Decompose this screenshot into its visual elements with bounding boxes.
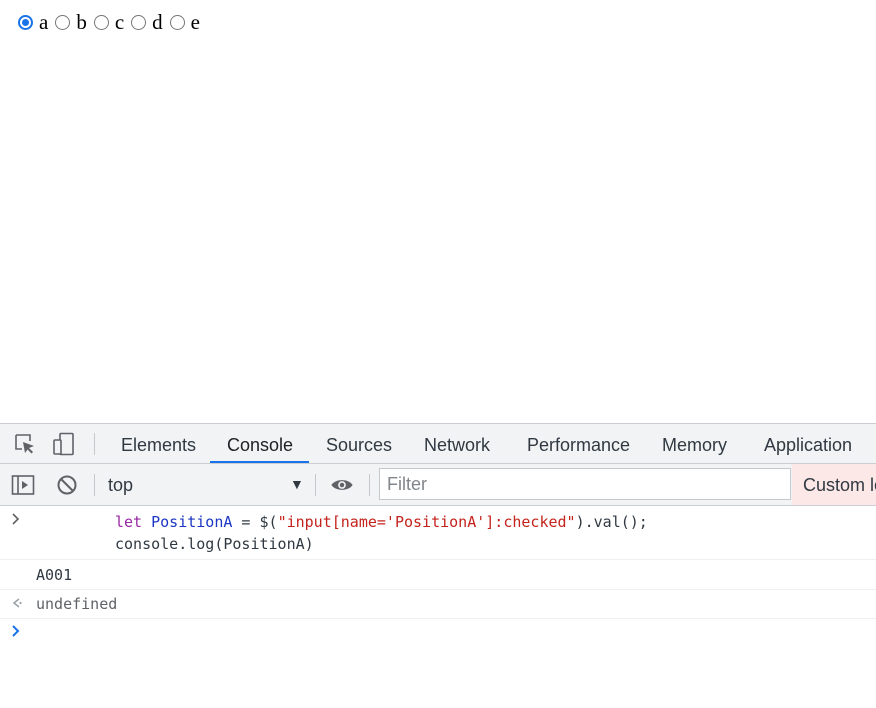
toolbar-separator: [315, 474, 316, 496]
console-log-entry: A001: [0, 560, 876, 590]
radio-label-b: b: [76, 10, 87, 34]
devtools-tab-bar: Elements Console Sources Network Perform…: [0, 423, 876, 464]
active-tab-indicator: [210, 461, 309, 463]
active-prompt-chevron-icon: [11, 625, 21, 641]
context-selector[interactable]: top: [108, 464, 304, 505]
console-log-message: A001: [36, 566, 73, 584]
radio-button-b[interactable]: [55, 14, 71, 30]
radio-option-b[interactable]: b: [55, 10, 87, 34]
return-arrow-icon: [11, 597, 23, 613]
tabbar-separator: [94, 433, 95, 455]
dropdown-arrow-icon[interactable]: ▼: [290, 464, 304, 505]
console-toolbar: top ▼ Custom le: [0, 464, 876, 506]
console-return-entry: undefined: [0, 590, 876, 619]
tab-network[interactable]: Network: [424, 424, 490, 464]
tab-sources[interactable]: Sources: [326, 424, 392, 464]
radio-option-e[interactable]: e: [169, 10, 200, 34]
show-sidebar-icon[interactable]: [11, 473, 35, 497]
filter-input[interactable]: [379, 468, 791, 500]
code-identifier: PositionA: [151, 513, 233, 531]
log-levels-dropdown[interactable]: Custom le: [792, 464, 876, 505]
tab-application[interactable]: Application: [764, 424, 852, 464]
log-levels-label: Custom le: [803, 475, 876, 495]
radio-label-d: d: [152, 10, 163, 34]
console-return-value: undefined: [36, 595, 118, 613]
tab-console[interactable]: Console: [227, 424, 293, 464]
radio-label-e: e: [190, 10, 200, 34]
radio-option-a[interactable]: a: [18, 10, 48, 34]
live-expression-eye-icon[interactable]: [330, 473, 354, 497]
tab-performance[interactable]: Performance: [527, 424, 630, 464]
tab-elements[interactable]: Elements: [121, 424, 196, 464]
code-string: "input[name='PositionA']:checked": [277, 513, 576, 531]
prompt-chevron-icon: [11, 513, 21, 529]
console-prompt[interactable]: [0, 619, 876, 708]
radio-button-a[interactable]: [18, 14, 33, 30]
code-tail: ).val();: [575, 513, 648, 531]
radio-option-d[interactable]: d: [131, 10, 163, 34]
console-code-line-2: console.log(PositionA): [115, 535, 314, 553]
radio-button-d[interactable]: [131, 14, 147, 30]
radio-button-e[interactable]: [169, 14, 185, 30]
devtools-panel: Elements Console Sources Network Perform…: [0, 423, 876, 708]
radio-button-c[interactable]: [93, 14, 109, 30]
console-code-line-1: let PositionA = $("input[name='PositionA…: [115, 512, 648, 533]
toolbar-separator: [369, 474, 370, 496]
radio-label-c: c: [114, 10, 125, 34]
radio-option-c[interactable]: c: [93, 10, 125, 34]
inspect-element-icon[interactable]: [13, 432, 37, 456]
toolbar-separator: [94, 474, 95, 496]
code-keyword: let: [115, 513, 143, 531]
radio-group: a b c d e: [18, 10, 207, 34]
radio-label-a: a: [39, 10, 49, 34]
context-selector-value: top: [108, 475, 134, 495]
clear-console-icon[interactable]: [55, 473, 79, 497]
device-toolbar-icon[interactable]: [52, 432, 76, 456]
console-output: let PositionA = $("input[name='PositionA…: [0, 506, 876, 708]
code-operator: = $(: [232, 513, 278, 531]
tab-memory[interactable]: Memory: [662, 424, 727, 464]
console-input-entry: let PositionA = $("input[name='PositionA…: [0, 506, 876, 560]
